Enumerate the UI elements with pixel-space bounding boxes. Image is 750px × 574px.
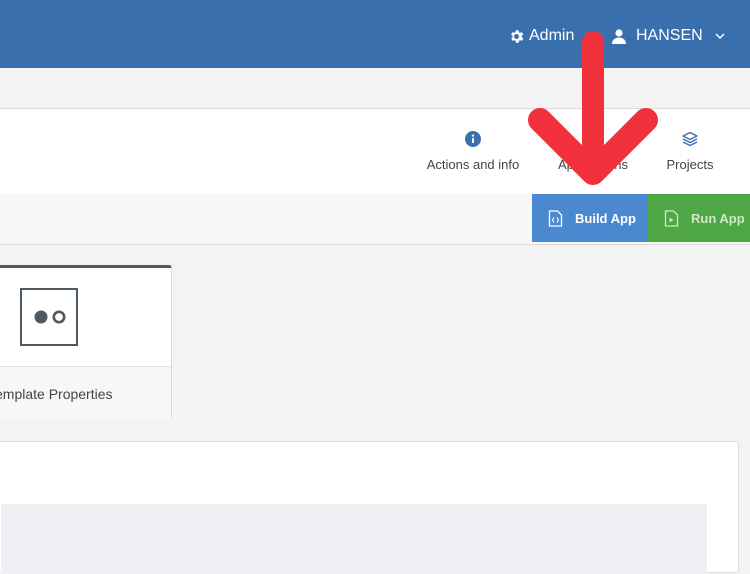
admin-menu[interactable]: Admin [508, 26, 574, 46]
chevron-down-icon [715, 32, 725, 39]
card-footer: Template Properties [0, 366, 171, 420]
nav-label-projects: Projects [666, 157, 714, 172]
module-nav: Actions and info Applications Projects [0, 108, 750, 195]
code-file-icon [548, 209, 563, 227]
user-name: HANSEN [636, 27, 703, 44]
build-app-button[interactable]: Build App [532, 194, 648, 242]
top-header: Admin HANSEN [0, 0, 750, 68]
grid-icon [585, 131, 601, 147]
nav-actions-and-info[interactable]: Actions and info [421, 109, 525, 194]
nav-projects[interactable]: Projects [660, 109, 720, 194]
template-properties-card[interactable]: Template Properties [0, 265, 172, 420]
play-file-icon [664, 209, 679, 227]
content-panel [0, 441, 739, 574]
app-toolbar: Build App Run App [0, 194, 750, 245]
gear-icon [511, 29, 524, 43]
nav-applications[interactable]: Applications [552, 109, 634, 194]
run-app-label: Run App [691, 210, 745, 226]
content-panel-inner [1, 504, 707, 574]
build-app-label: Build App [575, 210, 636, 226]
toggle-circles-icon [20, 288, 78, 346]
breadcrumb-bar [0, 68, 750, 108]
admin-label: Admin [529, 27, 575, 44]
layers-icon [682, 131, 698, 147]
info-icon [465, 131, 481, 147]
user-menu[interactable]: HANSEN [612, 26, 725, 46]
nav-label-actions-and-info: Actions and info [426, 157, 520, 172]
run-app-button[interactable]: Run App [648, 194, 750, 242]
card-label: Template Properties [0, 385, 113, 402]
nav-label-applications: Applications [557, 157, 629, 172]
user-icon [612, 28, 626, 44]
